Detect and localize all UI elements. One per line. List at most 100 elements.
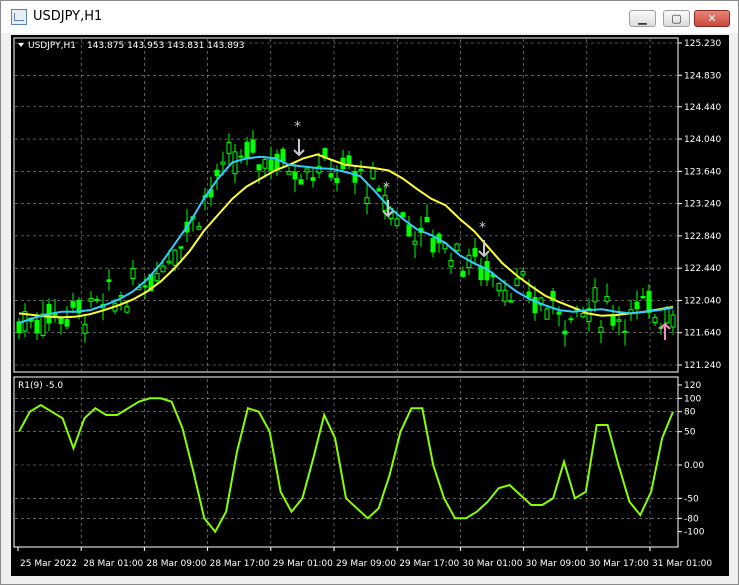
candle-body [520, 271, 526, 276]
price-tick-label: 125.230 [684, 39, 721, 49]
title-bar[interactable]: USDJPY,H1 ▁ ▢ ✕ [1, 1, 738, 33]
down-arrow-shape [293, 139, 305, 157]
candle-body [598, 326, 604, 333]
candle-body [424, 216, 430, 223]
indicator-tick-label: -80 [684, 514, 699, 524]
candle-body [640, 295, 646, 299]
time-label: 30 Mar 01:00 [462, 559, 522, 569]
star-marker: * [383, 180, 390, 196]
candle-body [130, 267, 136, 280]
signal-arrows: * * * [293, 119, 671, 340]
candle-body [592, 287, 598, 303]
indicator-tick-label: 0.00 [684, 461, 704, 471]
candle-body [646, 290, 652, 313]
time-label: 31 Mar 01:00 [652, 559, 712, 569]
candle-body [610, 315, 616, 326]
candle-body [214, 169, 220, 177]
time-axis: 25 Mar 2022 28 Mar 01:00 28 Mar 09:00 28 Ma… [17, 547, 712, 569]
candle-body [364, 197, 370, 204]
candle-body [220, 161, 226, 165]
indicator-tick-label: 100 [684, 394, 701, 404]
close-icon: ✕ [707, 12, 717, 25]
candle-body [448, 259, 454, 267]
candle-body [64, 319, 70, 327]
candle-body [370, 167, 376, 179]
candle-body [568, 318, 574, 321]
indicator-tick-label: 80 [684, 408, 696, 418]
candle-body [328, 173, 334, 178]
price-tick-label: 124.830 [684, 71, 721, 81]
candle-body [304, 168, 310, 173]
symbol-label: USDJPY,H1 [28, 41, 76, 51]
time-label: 28 Mar 09:00 [146, 559, 206, 569]
time-label: 29 Mar 17:00 [399, 559, 459, 569]
price-pane-frame [13, 37, 679, 373]
candle-body [544, 308, 550, 320]
indicator-tick-label: -100 [684, 528, 705, 538]
price-tick-label: 124.440 [684, 103, 721, 113]
candle-body [172, 249, 178, 266]
candle-body [460, 270, 466, 277]
candle-body [634, 301, 640, 310]
candle-body [400, 212, 406, 218]
price-tick-label: 124.040 [684, 135, 721, 145]
candle-body [292, 171, 298, 180]
candle-body [622, 330, 628, 333]
candle-body [580, 312, 586, 318]
chart-area[interactable]: * * * USDJPY,H1 143.875 143.953 143.831 14… [11, 35, 729, 576]
candle-body [556, 311, 562, 315]
candle-body [154, 273, 160, 282]
candle-body [166, 260, 172, 264]
price-chart-canvas[interactable]: * * * USDJPY,H1 143.875 143.953 143.831 14… [11, 35, 729, 576]
maximize-button[interactable]: ▢ [663, 10, 690, 27]
sell-arrow-icon: * [293, 119, 305, 157]
indicator-tick-label: 50 [684, 428, 696, 438]
indicator-tick-label: 120 [684, 381, 701, 391]
candle-body [430, 238, 436, 253]
candle-body [196, 225, 202, 230]
candle-body [298, 179, 304, 185]
price-tick-label: 123.240 [684, 200, 721, 210]
close-button[interactable]: ✕ [694, 10, 730, 27]
candle-body [346, 155, 352, 165]
candle-body [178, 246, 184, 249]
time-label: 30 Mar 09:00 [526, 559, 586, 569]
price-tick-label: 123.640 [684, 167, 721, 177]
candle-body [352, 170, 358, 183]
candle-body [652, 316, 658, 323]
candle-body [412, 240, 418, 245]
grid-lines [15, 39, 677, 547]
minimize-button[interactable]: ▁ [629, 10, 656, 27]
candle-body [514, 278, 520, 286]
candle-body [358, 168, 364, 171]
candle-body [88, 297, 94, 302]
price-tick-label: 122.040 [684, 296, 721, 306]
candle-body [250, 139, 256, 153]
candle-body [124, 306, 130, 313]
candle-body [508, 300, 514, 303]
candle-body [256, 164, 262, 171]
candle-body [454, 243, 460, 251]
candle-body [406, 224, 412, 237]
candle-body [616, 319, 622, 322]
candle-body [160, 265, 166, 273]
candle-body [70, 301, 76, 308]
candle-body [274, 153, 280, 171]
candle-body [262, 159, 268, 169]
star-marker: * [294, 119, 301, 135]
candle-body [142, 285, 148, 288]
candle-body [268, 159, 274, 171]
triangle-down-icon[interactable] [18, 43, 24, 47]
candle-body [34, 319, 40, 334]
candle-body [604, 296, 610, 302]
window-title: USDJPY,H1 [33, 9, 103, 24]
indicator-pane-frame [13, 376, 679, 548]
time-label: 28 Mar 17:00 [210, 559, 270, 569]
candle-body [670, 314, 676, 328]
ohlc-values: 143.875 143.953 143.831 143.893 [87, 41, 244, 51]
indicator-tick-label: -50 [684, 494, 699, 504]
candle-body [94, 298, 100, 301]
candlesticks [16, 130, 676, 347]
minimize-icon: ▁ [638, 12, 647, 25]
price-axis: 125.230 124.830 124.440 124.040 123.640 123.2… [678, 39, 721, 371]
